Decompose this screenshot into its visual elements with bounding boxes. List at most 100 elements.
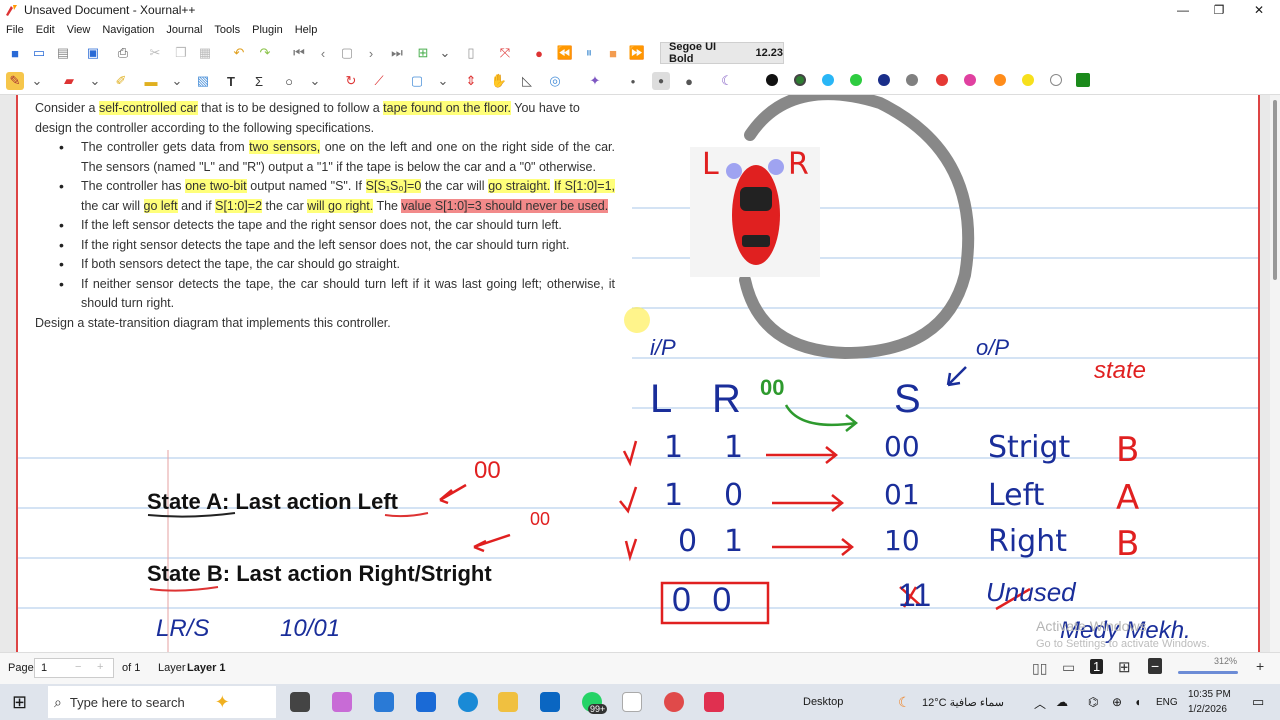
outlook-icon[interactable] bbox=[416, 692, 436, 712]
fullscreen-icon[interactable]: ⤧ bbox=[496, 44, 514, 62]
redo-icon[interactable]: ↷ bbox=[256, 44, 274, 62]
pause-icon[interactable]: ⏸ bbox=[580, 44, 598, 62]
shape-icon[interactable]: ▬ bbox=[142, 72, 160, 90]
latex-icon[interactable]: Σ bbox=[250, 72, 268, 90]
menu-tools[interactable]: Tools bbox=[208, 24, 246, 36]
highlighter-icon[interactable]: ✐ bbox=[112, 72, 130, 90]
chrome-icon[interactable] bbox=[664, 692, 684, 712]
forward-icon[interactable]: ⏩ bbox=[628, 44, 646, 62]
stop-icon[interactable]: ■ bbox=[604, 44, 622, 62]
undo-icon[interactable]: ↶ bbox=[230, 44, 248, 62]
color-swatch[interactable] bbox=[964, 74, 976, 86]
color-swatch[interactable] bbox=[822, 74, 834, 86]
two-page-view-icon[interactable]: ▯▯ bbox=[1032, 660, 1047, 677]
color-swatch[interactable] bbox=[850, 74, 862, 86]
chevron-down-icon[interactable]: ⌄ bbox=[28, 72, 46, 90]
select-rect-icon[interactable]: ▢ bbox=[408, 72, 426, 90]
zoom-fit-icon[interactable]: 1 bbox=[1090, 659, 1104, 674]
color-swatch[interactable] bbox=[1076, 73, 1090, 87]
chevron-down-icon[interactable]: ⌄ bbox=[436, 44, 454, 62]
next-page-icon[interactable]: › bbox=[362, 44, 380, 62]
color-swatch[interactable] bbox=[1022, 74, 1034, 86]
circle-shape-icon[interactable]: ○ bbox=[280, 72, 298, 90]
zoom-fit-width-icon[interactable]: ⊞ bbox=[1118, 658, 1131, 676]
zoom-slider[interactable] bbox=[1178, 671, 1238, 674]
page-number-input[interactable]: 1 − + bbox=[34, 658, 114, 678]
file-explorer-icon[interactable] bbox=[498, 692, 518, 712]
thick-line-icon[interactable]: ● bbox=[680, 72, 698, 90]
font-selector[interactable]: Segoe UI Bold 12.23 bbox=[660, 41, 784, 65]
volume-icon[interactable]: ◖ bbox=[1134, 695, 1141, 709]
chevron-down-icon[interactable]: ⌄ bbox=[434, 72, 452, 90]
goto-page-icon[interactable]: ▢ bbox=[338, 44, 356, 62]
color-swatch[interactable] bbox=[906, 74, 918, 86]
globe-icon[interactable]: ⊕ bbox=[1112, 695, 1122, 709]
spinner-icon[interactable]: ↻ bbox=[342, 72, 360, 90]
close-button[interactable]: ✕ bbox=[1240, 0, 1278, 20]
xournal-taskbar-icon[interactable] bbox=[622, 692, 642, 712]
chevron-down-icon[interactable]: ⌄ bbox=[168, 72, 186, 90]
color-swatch[interactable] bbox=[766, 74, 778, 86]
copy-icon[interactable]: ❐ bbox=[172, 44, 190, 62]
wifi-icon[interactable]: ⌬ bbox=[1088, 695, 1098, 709]
delete-page-icon[interactable]: ▯ bbox=[462, 44, 480, 62]
export-icon[interactable]: ▣ bbox=[84, 44, 102, 62]
chevron-down-icon[interactable]: ⌄ bbox=[306, 72, 324, 90]
maximize-button[interactable]: ❐ bbox=[1200, 0, 1238, 20]
clock-date[interactable]: 1/2/2026 bbox=[1188, 704, 1227, 715]
scrollbar-thumb[interactable] bbox=[1273, 100, 1277, 280]
notifications-icon[interactable]: ▭ bbox=[1252, 694, 1264, 710]
menu-edit[interactable]: Edit bbox=[30, 24, 61, 36]
linkedin-icon[interactable] bbox=[540, 692, 560, 712]
menu-journal[interactable]: Journal bbox=[160, 24, 208, 36]
language-indicator[interactable]: ENG bbox=[1156, 697, 1178, 708]
menu-plugin[interactable]: Plugin bbox=[246, 24, 289, 36]
zoom-in-icon[interactable]: + bbox=[1256, 658, 1264, 674]
color-swatch[interactable] bbox=[994, 74, 1006, 86]
edge-icon[interactable] bbox=[458, 692, 478, 712]
layer-selector[interactable]: Layer 1 bbox=[187, 662, 226, 674]
fill-icon[interactable]: ☾ bbox=[718, 72, 736, 90]
color-swatch[interactable] bbox=[1050, 74, 1062, 86]
chevron-down-icon[interactable]: ⌄ bbox=[86, 72, 104, 90]
menu-file[interactable]: File bbox=[0, 24, 30, 36]
weather-text[interactable]: 12°C سماء صافية bbox=[922, 696, 1004, 709]
onedrive-icon[interactable]: ☁ bbox=[1056, 695, 1068, 709]
desktop-label[interactable]: Desktop bbox=[803, 696, 843, 708]
compass-icon[interactable]: ◎ bbox=[546, 72, 564, 90]
canvas-area[interactable]: Consider a self-controlled car that is t… bbox=[0, 95, 1280, 652]
menu-view[interactable]: View bbox=[61, 24, 97, 36]
vertical-space-icon[interactable]: ⇕ bbox=[462, 72, 480, 90]
color-swatch[interactable] bbox=[878, 74, 890, 86]
chevron-up-icon[interactable]: ︿ bbox=[1034, 695, 1046, 712]
copilot-icon[interactable] bbox=[332, 692, 352, 712]
cut-icon[interactable]: ✂ bbox=[146, 44, 164, 62]
text-tool-icon[interactable]: T bbox=[222, 72, 240, 90]
record-icon[interactable]: ● bbox=[530, 44, 548, 62]
taskbar-search[interactable]: ⌕ Type here to search ✦ bbox=[48, 686, 276, 718]
hand-icon[interactable]: ✋ bbox=[490, 72, 508, 90]
eraser-icon[interactable]: ▰ bbox=[60, 72, 78, 90]
color-swatch[interactable] bbox=[794, 74, 806, 86]
setsquare-icon[interactable]: ◺ bbox=[518, 72, 536, 90]
ruler-icon[interactable]: ⟋ bbox=[370, 72, 388, 90]
medium-line-icon[interactable]: ● bbox=[652, 72, 670, 90]
rewind-icon[interactable]: ⏪ bbox=[556, 44, 574, 62]
store-icon[interactable] bbox=[374, 692, 394, 712]
print-icon[interactable]: ⎙ bbox=[114, 44, 132, 62]
windows-start-icon[interactable]: ⊞ bbox=[12, 692, 27, 713]
minimize-button[interactable]: — bbox=[1164, 0, 1202, 20]
menu-help[interactable]: Help bbox=[289, 24, 324, 36]
clock-time[interactable]: 10:35 PM bbox=[1188, 689, 1231, 700]
first-page-icon[interactable]: ⏮ bbox=[290, 44, 308, 62]
save-icon[interactable]: ■ bbox=[6, 44, 24, 62]
image-icon[interactable]: ▧ bbox=[194, 72, 212, 90]
pen-icon[interactable]: ✎ bbox=[6, 72, 24, 90]
previous-page-icon[interactable]: ‹ bbox=[314, 44, 332, 62]
zoom-out-icon[interactable]: − bbox=[1148, 658, 1163, 674]
last-page-icon[interactable]: ⏭ bbox=[388, 44, 406, 62]
paste-icon[interactable]: ▦ bbox=[196, 44, 214, 62]
color-swatch[interactable] bbox=[936, 74, 948, 86]
menu-navigation[interactable]: Navigation bbox=[96, 24, 160, 36]
open-file-icon[interactable]: ▤ bbox=[54, 44, 72, 62]
